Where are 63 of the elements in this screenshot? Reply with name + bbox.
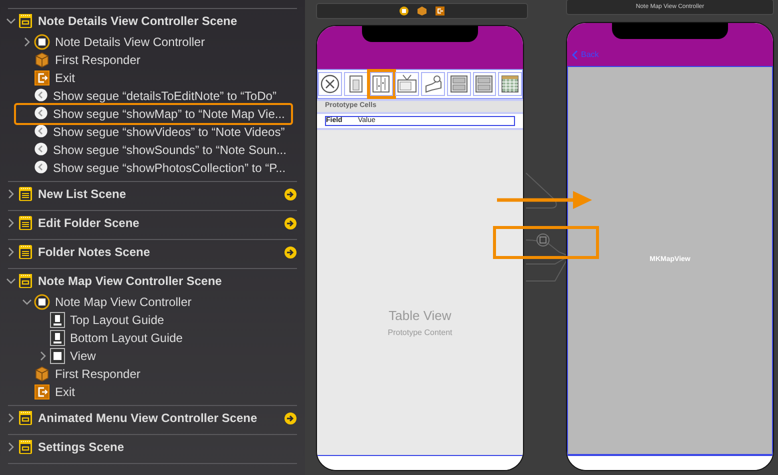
outline-item[interactable]: Note Map View Controller (16, 293, 198, 311)
controller-icon (34, 34, 50, 50)
close-icon[interactable] (320, 74, 340, 94)
chevron-down-icon[interactable] (21, 297, 33, 307)
outline-item[interactable]: Top Layout Guide (32, 311, 170, 329)
chevron-left-icon (572, 50, 578, 60)
segue-icon (34, 88, 48, 104)
scene-header[interactable]: New List Scene (0, 182, 297, 206)
segue-icon (34, 124, 48, 140)
layout-guide-icon (50, 330, 65, 346)
scene-list-icon (18, 215, 33, 231)
scene-header[interactable]: Animated Menu View Controller Scene (0, 406, 297, 430)
outline-item[interactable]: Show segue “showPhotosCollection” to “P... (16, 159, 292, 177)
projector-icon[interactable] (422, 74, 443, 94)
outline-item[interactable]: Exit (16, 383, 82, 401)
cube-icon (34, 52, 50, 68)
scene-header[interactable]: Note Details View Controller Scene (0, 9, 297, 33)
chevron-down-icon[interactable] (5, 276, 17, 286)
segue-icon[interactable] (536, 233, 550, 247)
calendar-icon[interactable] (500, 74, 520, 94)
cabinet-icon[interactable] (371, 74, 392, 94)
exit-icon[interactable] (435, 6, 445, 16)
outline-item[interactable]: Exit (16, 69, 82, 87)
outline-item[interactable]: Bottom Layout Guide (32, 329, 189, 347)
picture-icon[interactable] (448, 74, 469, 94)
arrow-circle-icon[interactable] (284, 216, 297, 230)
arrow-circle-icon[interactable] (284, 188, 297, 200)
chevron-down-icon[interactable] (5, 16, 17, 26)
segue-icon (34, 160, 48, 176)
scene-header[interactable]: Edit Folder Scene (0, 211, 297, 235)
layout-guide-icon (50, 312, 65, 328)
controller-icon (34, 294, 50, 310)
arrow-circle-icon[interactable] (284, 246, 297, 258)
cube-icon (34, 366, 50, 382)
picture-icon[interactable] (474, 74, 494, 94)
scene-header[interactable]: Settings Scene (0, 435, 297, 459)
outline-item[interactable]: Show segue “detailsToEditNote” to “ToDo” (16, 87, 282, 105)
scene-list-icon (18, 244, 33, 260)
view-icon (50, 348, 65, 364)
scene-window-icon (18, 13, 33, 29)
exit-icon (34, 384, 50, 400)
scene-window-icon (18, 439, 33, 455)
outline-item[interactable]: Show segue “showMap” to “Note Map Vie... (16, 105, 291, 123)
controller-icon[interactable] (399, 6, 409, 16)
segue-icon (34, 142, 48, 158)
segue-icon (34, 106, 48, 122)
outline-item[interactable]: Show segue “showSounds” to “Note Soun... (16, 141, 292, 159)
outline-item[interactable]: View (32, 347, 102, 365)
outline-item[interactable]: Note Details View Controller (16, 33, 211, 51)
scene-window-icon (18, 410, 33, 426)
arrow-circle-icon[interactable] (284, 412, 297, 424)
outline-item[interactable]: First Responder (16, 365, 146, 383)
cube-icon[interactable] (417, 6, 427, 16)
placeholder-subtitle: Prototype Content (388, 327, 452, 340)
placeholder-title: Table View (388, 306, 452, 325)
scene-list-icon (18, 186, 33, 202)
scene-window-icon (18, 273, 33, 289)
scene-header[interactable]: Note Map View Controller Scene (0, 269, 297, 293)
exit-icon (34, 70, 50, 86)
tv-icon[interactable] (397, 74, 418, 94)
scene-header[interactable]: Folder Notes Scene (0, 240, 297, 264)
outline-item[interactable]: First Responder (16, 51, 146, 69)
outline-item[interactable]: Show segue “showVideos” to “Note Videos” (16, 123, 291, 141)
